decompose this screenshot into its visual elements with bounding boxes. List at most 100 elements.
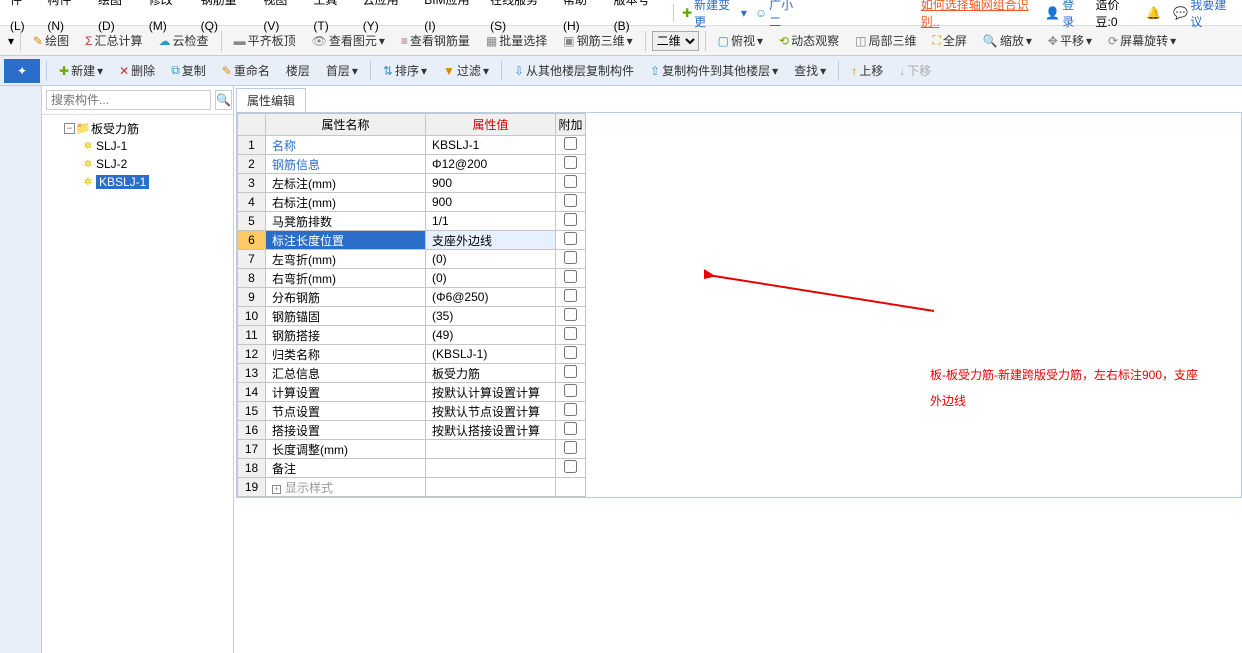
zoom-button[interactable]: 🔍缩放▾ [977,32,1038,49]
extra-checkbox[interactable] [564,156,577,169]
prop-extra[interactable] [556,402,586,421]
prop-value[interactable]: 按默认搭接设置计算 [426,421,556,440]
delete-button[interactable]: ✕删除 [113,62,161,79]
extra-checkbox[interactable] [564,346,577,359]
view-element-button[interactable]: 👁查看图元▾ [306,32,391,49]
rename-button[interactable]: ✎重命名 [216,62,276,79]
local-3d-button[interactable]: ◫局部三维 [849,32,922,49]
fullscreen-button[interactable]: ⛶全屏 [926,32,972,49]
prop-value[interactable]: 支座外边线 [426,231,556,250]
prop-extra[interactable] [556,478,586,497]
suggest-button[interactable]: 💬 我要建议 [1169,0,1238,30]
move-up-button[interactable]: ↑上移 [845,62,889,79]
prop-value[interactable]: (Φ6@250) [426,288,556,307]
expand-icon[interactable]: + [272,485,281,494]
prop-extra[interactable] [556,269,586,288]
floor-select[interactable]: 首层▾ [320,62,364,79]
extra-checkbox[interactable] [564,137,577,150]
user-label[interactable]: ☺ 广小二 [751,0,807,30]
prop-value[interactable]: (49) [426,326,556,345]
tree-item[interactable]: ✲ SLJ-1 [42,137,233,155]
prop-extra[interactable] [556,288,586,307]
extra-checkbox[interactable] [564,194,577,207]
extra-checkbox[interactable] [564,289,577,302]
prop-extra[interactable] [556,231,586,250]
dropdown-icon[interactable]: ▾ [8,34,14,48]
extra-checkbox[interactable] [564,441,577,454]
help-link[interactable]: 如何选择轴网组合识别.. [921,0,1041,30]
sum-button[interactable]: Σ汇总计算 [79,32,148,49]
extra-checkbox[interactable] [564,403,577,416]
extra-checkbox[interactable] [564,422,577,435]
prop-extra[interactable] [556,421,586,440]
prop-value[interactable]: 板受力筋 [426,364,556,383]
copy-to-button[interactable]: ⇧复制构件到其他楼层▾ [644,62,784,79]
batch-select-button[interactable]: ▦批量选择 [480,32,553,49]
extra-checkbox[interactable] [564,384,577,397]
copy-button[interactable]: ⧉复制 [165,62,212,79]
tree-root[interactable]: − 📁 板受力筋 [42,119,233,137]
view-rebar-button[interactable]: ≡查看钢筋量 [395,32,476,49]
prop-extra[interactable] [556,345,586,364]
prop-value[interactable] [426,459,556,478]
sort-button[interactable]: ⇅排序▾ [377,62,433,79]
prop-value[interactable]: 1/1 [426,212,556,231]
draw-button[interactable]: ✎绘图 [27,32,75,49]
rotate-button[interactable]: ⟳屏幕旋转▾ [1102,32,1182,49]
new-button[interactable]: ✚新建▾ [53,62,109,79]
tree-item-selected[interactable]: ✲ KBSLJ-1 [42,173,233,191]
prop-value[interactable]: 按默认计算设置计算 [426,383,556,402]
prop-extra[interactable] [556,364,586,383]
prop-extra[interactable] [556,326,586,345]
extra-checkbox[interactable] [564,213,577,226]
prop-value[interactable] [426,440,556,459]
pan-button[interactable]: ✥平移▾ [1042,32,1098,49]
prop-value[interactable]: 900 [426,193,556,212]
new-change-button[interactable]: ✚ 新建变更 ▾ [678,0,751,30]
extra-checkbox[interactable] [564,365,577,378]
rebar-3d-button[interactable]: ▣钢筋三维▾ [557,32,638,49]
property-tab[interactable]: 属性编辑 [236,88,306,112]
prop-extra[interactable] [556,440,586,459]
prop-extra[interactable] [556,250,586,269]
collapse-icon[interactable]: − [64,123,75,134]
prop-extra[interactable] [556,155,586,174]
tab-button[interactable]: ✦ [4,59,40,83]
prop-extra[interactable] [556,193,586,212]
dimension-select[interactable]: 二维 [652,31,699,51]
prop-extra[interactable] [556,459,586,478]
search-input[interactable] [46,90,211,110]
prop-extra[interactable] [556,307,586,326]
copy-from-button[interactable]: ⇩从其他楼层复制构件 [508,62,640,79]
extra-checkbox[interactable] [564,251,577,264]
prop-value[interactable]: 900 [426,174,556,193]
top-view-button[interactable]: ▢俯视▾ [712,32,769,49]
extra-checkbox[interactable] [564,175,577,188]
extra-checkbox[interactable] [564,232,577,245]
prop-value[interactable]: (0) [426,269,556,288]
search-button[interactable]: 🔍 [215,90,232,110]
prop-extra[interactable] [556,136,586,155]
login-button[interactable]: 👤 登录 [1041,0,1087,30]
extra-checkbox[interactable] [564,270,577,283]
cloud-check-button[interactable]: ☁云检查 [153,32,215,49]
extra-checkbox[interactable] [564,308,577,321]
filter-button[interactable]: ▼过滤▾ [437,62,495,79]
bell-icon[interactable]: 🔔 [1146,6,1161,20]
prop-extra[interactable] [556,383,586,402]
prop-extra[interactable] [556,212,586,231]
prop-value[interactable]: (0) [426,250,556,269]
align-top-button[interactable]: ▬平齐板顶 [228,32,302,49]
extra-checkbox[interactable] [564,460,577,473]
prop-value[interactable]: (35) [426,307,556,326]
prop-value[interactable]: Φ12@200 [426,155,556,174]
prop-value[interactable]: (KBSLJ-1) [426,345,556,364]
prop-value[interactable]: 按默认节点设置计算 [426,402,556,421]
prop-value[interactable] [426,478,556,497]
prop-value[interactable]: KBSLJ-1 [426,136,556,155]
extra-checkbox[interactable] [564,327,577,340]
tree-item[interactable]: ✲ SLJ-2 [42,155,233,173]
find-button[interactable]: 查找▾ [788,62,832,79]
orbit-button[interactable]: ⟲动态观察 [773,32,845,49]
move-down-button[interactable]: ↓下移 [893,62,937,79]
